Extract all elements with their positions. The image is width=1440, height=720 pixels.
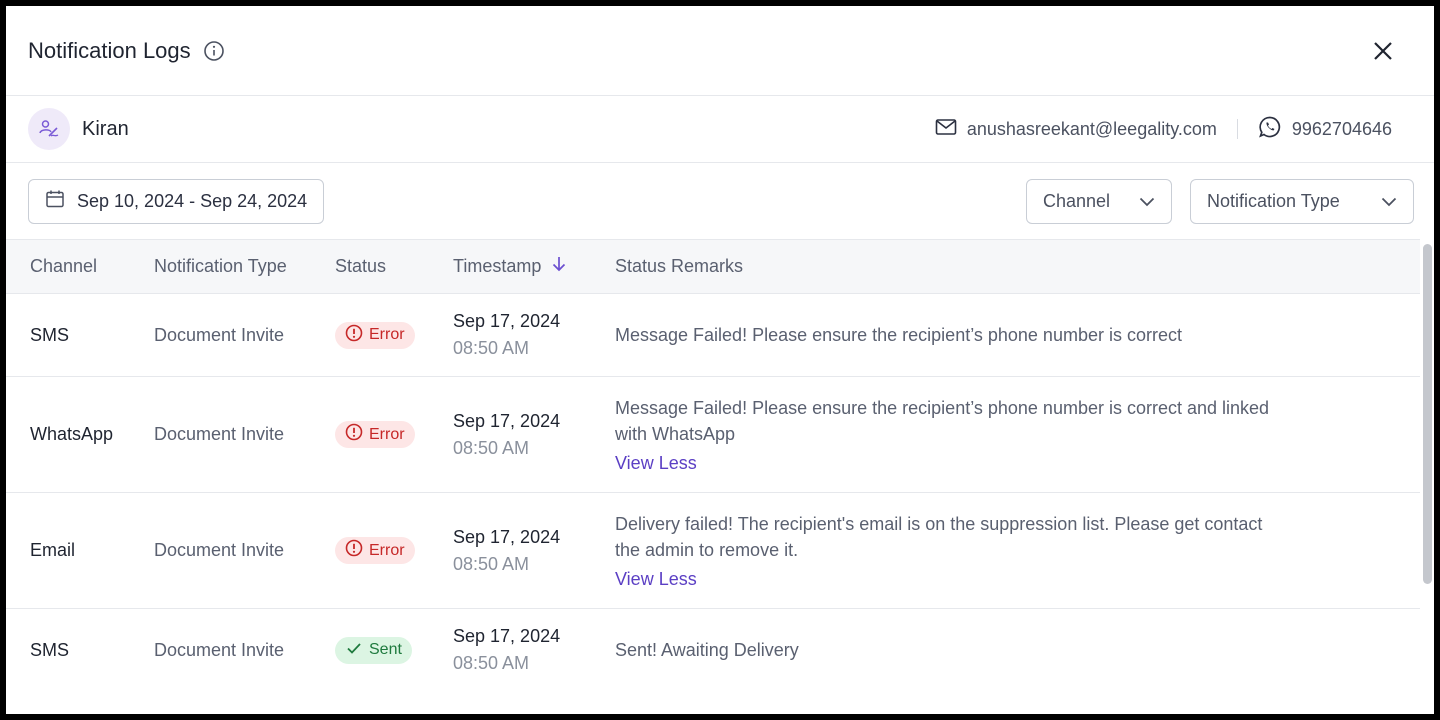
title-wrap: Notification Logs xyxy=(28,38,225,64)
chevron-down-icon xyxy=(1381,191,1397,212)
modal-title: Notification Logs xyxy=(28,37,191,63)
calendar-icon xyxy=(45,189,65,214)
cell-timestamp: Sep 17, 2024 08:50 AM xyxy=(453,626,615,674)
timestamp-time: 08:50 AM xyxy=(453,437,530,458)
column-header-timestamp-label: Timestamp xyxy=(453,256,542,276)
status-remark-text: Delivery failed! The recipient's email i… xyxy=(615,514,1263,560)
timestamp-date: Sep 17, 2024 xyxy=(453,626,561,646)
error-icon xyxy=(345,324,363,347)
vertical-scrollbar[interactable] xyxy=(1423,244,1432,584)
notification-type-dropdown[interactable]: Notification Type xyxy=(1190,178,1414,224)
cell-notification-type: Document Invite xyxy=(154,639,285,660)
cell-timestamp: Sep 17, 2024 08:50 AM xyxy=(453,527,615,575)
recipient-phone: 9962704646 xyxy=(1291,118,1392,139)
date-range-picker[interactable]: Sep 10, 2024 - Sep 24, 2024 xyxy=(28,178,325,224)
column-header-notification-type: Notification Type xyxy=(154,256,287,276)
cell-timestamp: Sep 17, 2024 08:50 AM xyxy=(453,411,615,459)
chevron-down-icon xyxy=(1139,191,1155,212)
sort-arrow-down-icon[interactable] xyxy=(551,255,567,278)
timestamp-date: Sep 17, 2024 xyxy=(453,410,561,431)
cell-status-remarks: Message Failed! Please ensure the recipi… xyxy=(615,322,1420,348)
logs-table: Channel Notification Type Status Timesta… xyxy=(6,239,1420,691)
cell-notification-type: Document Invite xyxy=(154,324,285,345)
recipient-email: anushasreekant@leegality.com xyxy=(966,118,1217,139)
notification-logs-modal: Notification Logs Kiran anushasreekant@l… xyxy=(6,6,1434,714)
cell-status-remarks: Sent! Awaiting Delivery xyxy=(615,637,1420,663)
date-range-text: Sep 10, 2024 - Sep 24, 2024 xyxy=(77,190,308,211)
timestamp-time: 08:50 AM xyxy=(453,653,530,673)
contact-divider xyxy=(1236,119,1238,139)
error-icon xyxy=(345,423,363,446)
cell-status: Error xyxy=(335,537,453,564)
cell-timestamp: Sep 17, 2024 08:50 AM xyxy=(453,311,615,359)
modal-header: Notification Logs xyxy=(6,6,1434,96)
column-header-status: Status xyxy=(335,256,387,276)
info-icon[interactable] xyxy=(203,40,225,62)
cell-status: Error xyxy=(335,421,453,448)
status-badge: Error xyxy=(335,321,415,349)
table-row: WhatsApp Document Invite Error Sep 17, 2… xyxy=(6,377,1420,493)
status-remark-text: Sent! Awaiting Delivery xyxy=(615,640,799,660)
cell-status: Error xyxy=(335,321,453,349)
recipient-name: Kiran xyxy=(82,117,129,140)
table-row: SMS Document Invite Sent Sep 17, 2024 08… xyxy=(6,609,1420,691)
cell-channel: SMS xyxy=(30,324,70,345)
notification-type-dropdown-label: Notification Type xyxy=(1207,190,1340,211)
error-icon xyxy=(345,539,363,562)
close-icon[interactable] xyxy=(1368,36,1398,66)
status-badge-label: Error xyxy=(369,425,405,443)
view-less-link[interactable]: View Less xyxy=(615,569,697,590)
table-header: Channel Notification Type Status Timesta… xyxy=(6,239,1420,294)
column-header-timestamp[interactable]: Timestamp xyxy=(453,255,615,278)
cell-status: Sent xyxy=(335,636,453,664)
timestamp-time: 08:50 AM xyxy=(453,553,530,574)
channel-dropdown[interactable]: Channel xyxy=(1026,178,1172,224)
recipient-contacts: anushasreekant@leegality.com 9962704646 xyxy=(935,115,1392,144)
status-badge-label: Error xyxy=(369,541,405,559)
status-badge-label: Sent xyxy=(369,641,402,658)
status-remark-text: Message Failed! Please ensure the recipi… xyxy=(615,325,1182,345)
filter-dropdowns: Channel Notification Type xyxy=(1026,178,1414,224)
timestamp-time: 08:50 AM xyxy=(453,338,530,358)
filters-bar: Sep 10, 2024 - Sep 24, 2024 Channel Noti… xyxy=(6,163,1434,239)
status-badge: Error xyxy=(335,421,415,448)
timestamp-date: Sep 17, 2024 xyxy=(453,311,561,331)
table-row: SMS Document Invite Error Sep 17, 2024 0… xyxy=(6,294,1420,377)
whatsapp-icon xyxy=(1258,115,1282,144)
column-header-status-remarks: Status Remarks xyxy=(615,256,744,276)
view-less-link[interactable]: View Less xyxy=(615,453,697,474)
recipient-bar: Kiran anushasreekant@leegality.com 99627… xyxy=(6,96,1434,163)
status-badge: Sent xyxy=(335,636,412,664)
column-header-channel: Channel xyxy=(30,256,98,276)
cell-status-remarks: Delivery failed! The recipient's email i… xyxy=(615,511,1420,590)
status-badge-label: Error xyxy=(369,326,405,343)
cell-status-remarks: Message Failed! Please ensure the recipi… xyxy=(615,395,1420,474)
mail-icon xyxy=(935,118,957,141)
recipient-info: Kiran xyxy=(28,108,129,150)
cell-notification-type: Document Invite xyxy=(154,540,285,560)
cell-channel: WhatsApp xyxy=(30,424,114,444)
cell-channel: SMS xyxy=(30,639,70,660)
status-badge: Error xyxy=(335,537,415,564)
cell-notification-type: Document Invite xyxy=(154,424,285,444)
table-row: Email Document Invite Error Sep 17, 2024… xyxy=(6,493,1420,609)
timestamp-date: Sep 17, 2024 xyxy=(453,526,561,547)
check-icon xyxy=(345,639,363,662)
channel-dropdown-label: Channel xyxy=(1043,190,1111,211)
cell-channel: Email xyxy=(30,540,76,560)
status-remark-text: Message Failed! Please ensure the recipi… xyxy=(615,398,1270,444)
signer-icon xyxy=(28,108,70,150)
